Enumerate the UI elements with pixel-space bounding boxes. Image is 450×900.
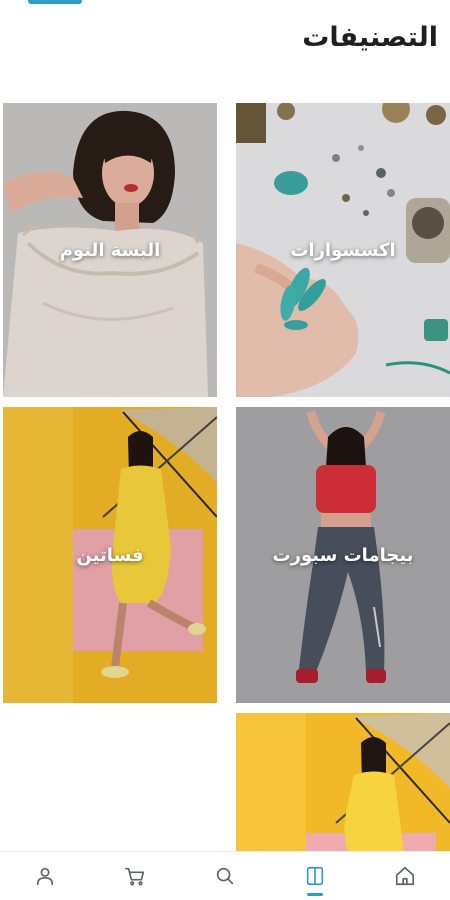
book-icon bbox=[306, 866, 324, 886]
nav-cart[interactable] bbox=[115, 856, 155, 896]
category-label: بيجامات سبورت bbox=[272, 544, 414, 566]
nav-search[interactable] bbox=[205, 856, 245, 896]
bottom-navigation bbox=[0, 851, 450, 900]
category-label: فساتين bbox=[76, 544, 144, 566]
category-card-accessories[interactable]: اكسسوارات bbox=[236, 103, 450, 397]
home-icon bbox=[395, 866, 415, 886]
category-card-sleepwear[interactable]: البسة النوم bbox=[3, 103, 217, 397]
nav-home[interactable] bbox=[385, 856, 425, 896]
cart-icon bbox=[125, 867, 145, 886]
category-card-dresses[interactable]: فساتين bbox=[3, 407, 217, 703]
nav-categories[interactable] bbox=[295, 856, 335, 896]
category-grid: اكسسوارات البسة النوم بيجامات سبورت فسات… bbox=[0, 0, 450, 852]
category-card-sport-pajamas[interactable]: بيجامات سبورت bbox=[236, 407, 450, 703]
nav-account[interactable] bbox=[25, 856, 65, 896]
active-tab-indicator bbox=[307, 893, 323, 896]
category-card-partial[interactable] bbox=[236, 713, 450, 852]
search-icon bbox=[216, 867, 234, 885]
user-icon bbox=[36, 867, 54, 886]
category-label: البسة النوم bbox=[59, 239, 161, 261]
category-label: اكسسوارات bbox=[290, 239, 396, 261]
dresses-photo bbox=[236, 713, 450, 852]
